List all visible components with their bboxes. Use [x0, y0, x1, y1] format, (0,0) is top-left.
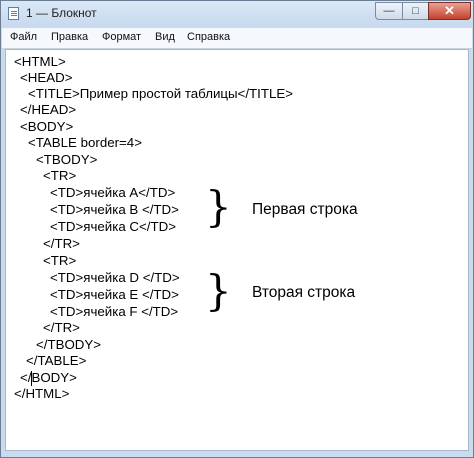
code-line: </TABLE>: [26, 353, 87, 368]
menu-format[interactable]: Формат: [102, 31, 141, 43]
menu-view[interactable]: Вид: [155, 31, 175, 43]
title-bar[interactable]: 1 — Блокнот — □ ✕: [1, 1, 473, 27]
maximize-button[interactable]: □: [402, 2, 429, 20]
menu-bar: Файл Правка Формат Вид Справка: [2, 28, 472, 49]
code-line: <TD>ячейка F </TD>: [50, 304, 179, 319]
code-line: <HTML>: [14, 54, 66, 69]
code-line: <TR>: [43, 253, 77, 268]
code-line: <TBODY>: [36, 152, 98, 167]
window-title: 1 — Блокнот: [26, 6, 97, 20]
notepad-window: 1 — Блокнот — □ ✕ Файл Правка Формат Вид…: [0, 0, 474, 458]
code-line: <HEAD>: [20, 70, 73, 85]
close-button[interactable]: ✕: [428, 2, 471, 20]
code-line: <TITLE>Пример простой таблицы</TITLE>: [28, 86, 293, 101]
code-line: <TD>ячейка E </TD>: [50, 287, 179, 302]
notepad-icon: [8, 7, 19, 20]
code-line: <BODY>: [20, 119, 74, 134]
code-line: <TD>ячейка D </TD>: [50, 270, 180, 285]
menu-help[interactable]: Справка: [187, 31, 230, 43]
minimize-button[interactable]: —: [375, 2, 403, 20]
code-line: </TR>: [43, 320, 80, 335]
code-line: <TR>: [43, 168, 77, 183]
annotation-row-1: Первая строка: [252, 201, 358, 218]
code-line: <TABLE border=4>: [28, 135, 142, 150]
text-editor-area[interactable]: <HTML> <HEAD> <TITLE>Пример простой табл…: [5, 49, 469, 451]
code-line: </HEAD>: [20, 102, 77, 117]
brace-row-2: }: [205, 266, 232, 315]
code-line: <TD>ячейка A</TD>: [50, 185, 176, 200]
code-line: </HTML>: [14, 386, 70, 401]
text-cursor: [31, 371, 32, 386]
code-line: <TD>ячейка B </TD>: [50, 202, 179, 217]
code-line: <TD>ячейка C</TD>: [50, 219, 176, 234]
brace-row-1: }: [205, 182, 232, 231]
menu-file[interactable]: Файл: [10, 31, 37, 43]
menu-edit[interactable]: Правка: [51, 31, 88, 43]
code-line: </BODY>: [20, 370, 77, 385]
code-line: </TR>: [43, 236, 80, 251]
code-line: </TBODY>: [36, 337, 102, 352]
annotation-row-2: Вторая строка: [252, 284, 356, 301]
